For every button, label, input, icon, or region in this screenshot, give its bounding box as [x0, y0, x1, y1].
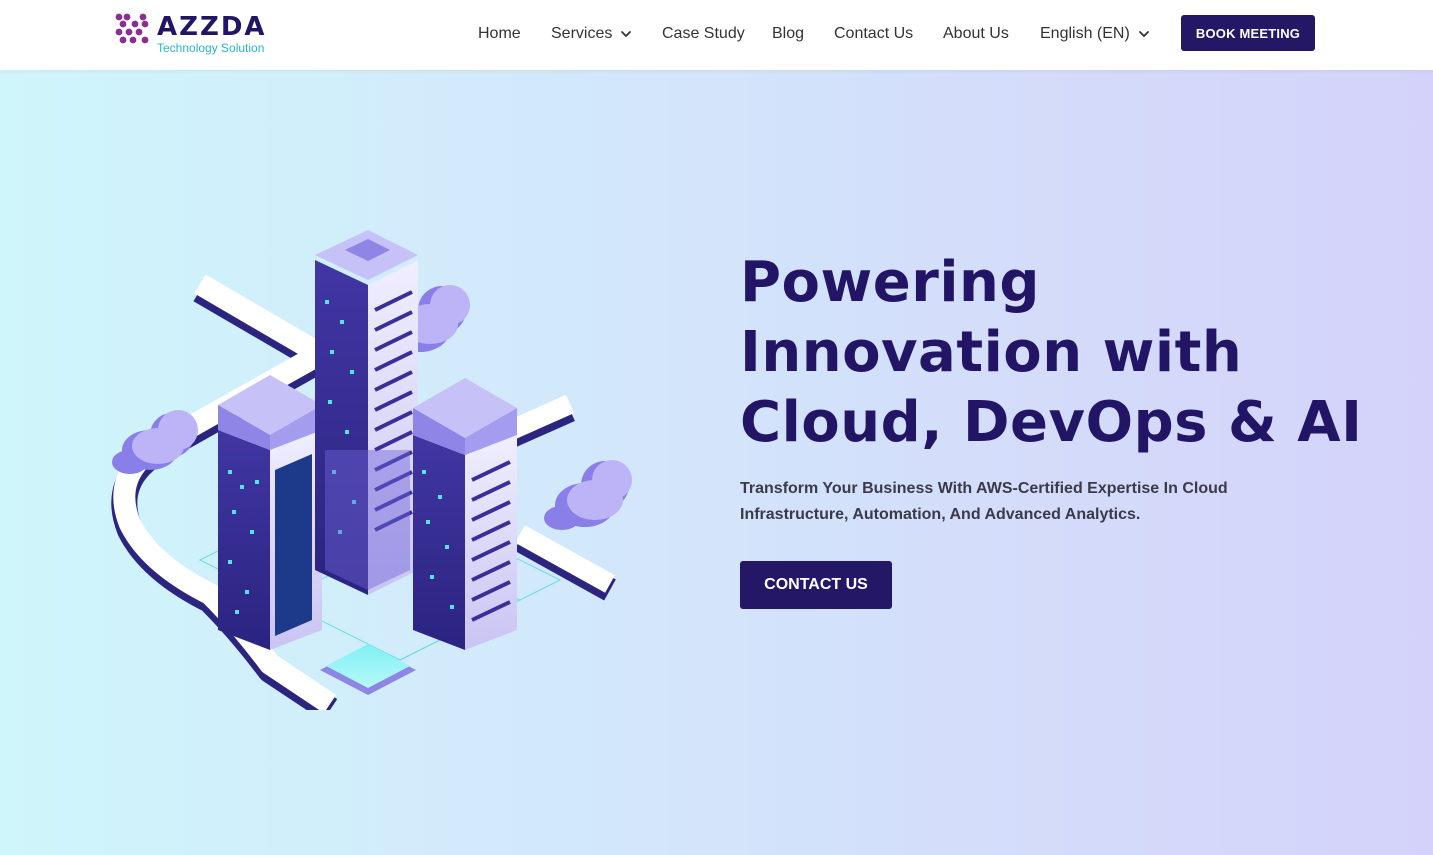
brand-name: AZZDA: [157, 12, 267, 42]
chevron-down-icon: [1138, 30, 1149, 37]
nav-item-label: English (EN): [1040, 25, 1130, 42]
chevron-down-icon: [621, 30, 632, 37]
nav-item-services[interactable]: Services: [551, 22, 632, 46]
nav-item-label: Services: [551, 25, 613, 42]
contact-us-button[interactable]: CONTACT US: [740, 561, 892, 609]
isometric-server-towers-illustration: [111, 230, 632, 710]
nav-item-contact-us[interactable]: Contact Us: [834, 22, 913, 46]
headline-line: Powering: [740, 250, 1040, 315]
nav-item-label: Case Study: [662, 25, 745, 42]
brand-tagline: Technology Solution: [157, 41, 265, 55]
subtext-line: Infrastructure, Automation, And Advanced…: [740, 506, 1141, 523]
book-meeting-button[interactable]: BOOK MEETING: [1181, 15, 1315, 51]
nav-item-home[interactable]: Home: [478, 22, 521, 46]
nav-item-label: Contact Us: [834, 25, 914, 42]
subtext-line: Transform Your Business With AWS-Certifi…: [740, 480, 1228, 497]
nav-item-about-us[interactable]: About Us: [943, 22, 1009, 46]
brand-logo[interactable]: AZZDA Technology Solution: [114, 12, 274, 56]
site-header: AZZDA Technology Solution Home Services …: [0, 0, 1433, 70]
nav-item-label: Blog: [772, 25, 805, 42]
nav-item-label: About Us: [943, 25, 1009, 42]
nav-item-case-study[interactable]: Case Study: [662, 22, 745, 46]
hero-section: Powering Innovation with Cloud, DevOps &…: [0, 70, 1433, 855]
language-selector[interactable]: English (EN): [1040, 22, 1150, 46]
hero-headline: Powering Innovation with Cloud, DevOps &…: [740, 248, 1380, 458]
headline-line: Cloud, DevOps & AI: [740, 390, 1363, 455]
nav-item-label: Home: [478, 25, 521, 42]
dot-grid-logo-icon: [115, 13, 149, 44]
hero-subtext: Transform Your Business With AWS-Certifi…: [740, 476, 1300, 528]
headline-line: Innovation with: [740, 320, 1243, 385]
nav-item-blog[interactable]: Blog: [772, 22, 804, 46]
